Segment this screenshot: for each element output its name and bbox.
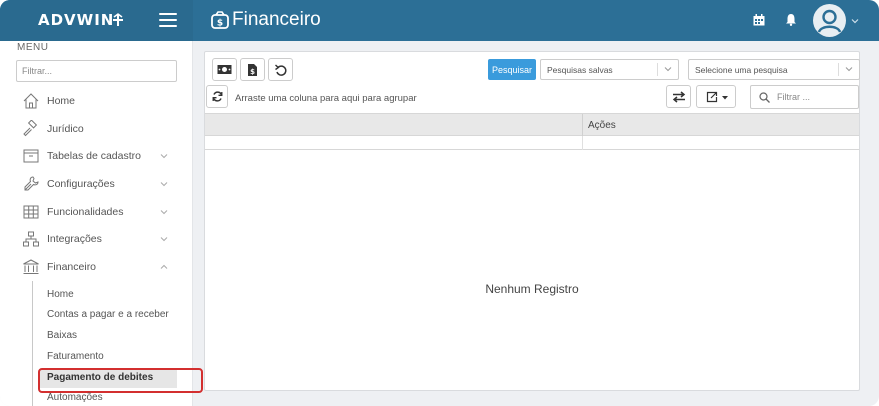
avatar[interactable] (813, 4, 846, 37)
saved-searches-label: Pesquisas salvas (547, 65, 613, 75)
saved-searches-select[interactable]: Pesquisas salvas (540, 59, 679, 80)
logo-mark-icon (113, 13, 123, 26)
svg-text:$: $ (250, 68, 255, 76)
sidebar-item-home[interactable]: Home (0, 88, 193, 114)
select-separator (838, 63, 839, 76)
bank-icon (23, 259, 39, 274)
select-search-label: Selecione uma pesquisa (695, 65, 788, 75)
sidebar-item-integracoes[interactable]: Integrações (0, 226, 193, 252)
user-avatar-icon (817, 9, 842, 33)
select-search-dropdown[interactable]: Selecione uma pesquisa (688, 59, 860, 80)
group-hint-text: Arraste uma coluna para aqui para agrupa… (235, 93, 417, 104)
submenu-item-automacoes[interactable]: Automações (47, 392, 103, 403)
swap-columns-button[interactable] (666, 85, 691, 108)
svg-text:$: $ (217, 19, 223, 29)
sidebar: MENU Home Jurídico Tabelas de c (0, 41, 203, 406)
select-separator (657, 63, 658, 76)
network-icon (23, 231, 39, 247)
sidebar-item-label: Funcionalidades (47, 206, 124, 218)
caret-down-icon (722, 96, 728, 100)
sidebar-item-label: Home (47, 95, 76, 107)
refresh-button[interactable] (206, 85, 228, 108)
sidebar-item-juridico[interactable]: Jurídico (0, 116, 193, 142)
hamburger-line (159, 13, 177, 15)
export-icon (706, 91, 718, 103)
chevron-down-icon (664, 67, 672, 72)
sidebar-item-label: Tabelas de cadastro (47, 150, 141, 162)
submenu-item-contas[interactable]: Contas a pagar e a receber (47, 309, 169, 320)
export-button[interactable] (696, 85, 736, 108)
refresh-icon (212, 91, 222, 102)
grid-filter-row[interactable] (205, 136, 859, 150)
column-divider (582, 136, 583, 150)
submenu-item-faturamento[interactable]: Faturamento (47, 351, 104, 362)
undo-button[interactable] (268, 58, 293, 81)
chevron-down-icon (160, 182, 168, 187)
sidebar-item-label: Configurações (47, 178, 115, 190)
money-icon (217, 65, 232, 74)
grid-column-header-acoes[interactable]: Ações (588, 120, 616, 131)
money-bag-icon: $ (211, 11, 229, 29)
chevron-up-icon (160, 264, 168, 269)
invoice-button[interactable]: $ (240, 58, 265, 81)
sidebar-item-label: Financeiro (47, 261, 97, 273)
archive-icon (23, 149, 39, 163)
logo-area: ADVWIN (0, 0, 193, 41)
swap-icon (672, 90, 685, 103)
sidebar-filter-input[interactable] (16, 60, 177, 82)
chevron-down-icon[interactable] (851, 17, 859, 25)
empty-state-message: Nenhum Registro (485, 282, 579, 296)
submenu-guide-line (32, 281, 33, 406)
chevron-down-icon (160, 210, 168, 215)
calendar-icon[interactable] (753, 14, 765, 26)
hamburger-line (159, 19, 177, 21)
top-bar: ADVWIN $ Financeiro (0, 0, 879, 41)
content-panel: $ Pesquisar Pesquisas salvas Selecione u… (204, 51, 860, 391)
sidebar-item-financeiro[interactable]: Financeiro (0, 254, 193, 280)
grid-filter-input[interactable] (750, 85, 859, 109)
grid-header: Ações (205, 113, 859, 136)
bell-icon[interactable] (785, 13, 797, 26)
logo: ADVWIN (38, 11, 115, 29)
column-divider (582, 114, 583, 136)
sidebar-item-configuracoes[interactable]: Configurações (0, 171, 193, 197)
page-title: Financeiro (232, 9, 321, 30)
menu-label: MENU (17, 42, 49, 53)
search-button[interactable]: Pesquisar (488, 59, 536, 80)
submenu-item-home[interactable]: Home (47, 289, 74, 300)
invoice-icon: $ (248, 63, 257, 76)
app-window: ADVWIN $ Financeiro MENU Filtrar... Home… (0, 0, 879, 406)
grid-icon (23, 205, 39, 219)
wrench-icon (24, 176, 39, 191)
home-icon (23, 93, 39, 109)
sidebar-item-tabelas-de-cadastro[interactable]: Tabelas de cadastro (0, 143, 193, 169)
money-button[interactable] (212, 58, 237, 81)
chevron-down-icon (160, 154, 168, 159)
undo-icon (274, 63, 286, 76)
sidebar-item-funcionalidades[interactable]: Funcionalidades (0, 199, 193, 225)
menu-toggle-button[interactable] (159, 13, 177, 27)
chevron-down-icon (845, 67, 853, 72)
submenu-item-baixas[interactable]: Baixas (47, 330, 77, 341)
sidebar-item-label: Jurídico (47, 123, 84, 135)
gavel-icon (23, 120, 38, 137)
highlight-annotation (38, 368, 203, 393)
chevron-down-icon (160, 237, 168, 242)
sidebar-item-label: Integrações (47, 233, 102, 245)
hamburger-line (159, 25, 177, 27)
